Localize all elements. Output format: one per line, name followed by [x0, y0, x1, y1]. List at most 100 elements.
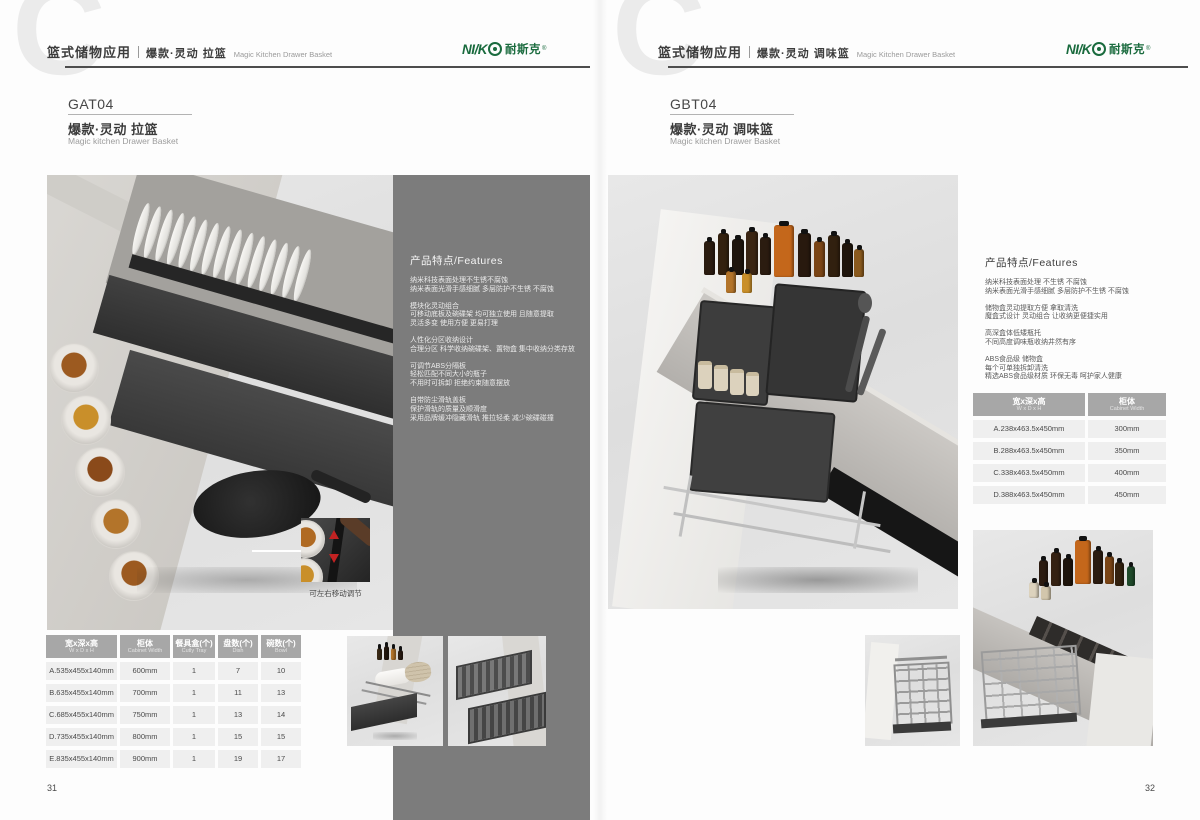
header-subtitle-en: Magic Kitchen Drawer Basket	[857, 50, 955, 59]
feature-group: 人性化分区收纳设计合理分区 科学收纳碗碟架、置物盒 集中收纳分类存放	[410, 337, 582, 355]
table-cell: 14	[261, 706, 301, 724]
photo-shape	[399, 646, 402, 651]
table-cell: 1	[173, 684, 215, 702]
feature-line: 高深盒体低矮瓶托	[985, 330, 1190, 339]
feature-line: 灵活多变 使用方便 更易打理	[410, 320, 582, 329]
table-cell: A.535x455x140mm	[46, 662, 117, 680]
table-cell: 7	[218, 662, 258, 680]
photo-shape	[1107, 552, 1112, 557]
product-title-en: Magic kitchen Drawer Basket	[68, 136, 178, 146]
small-photo-1	[347, 636, 443, 746]
logo-o-icon	[1092, 42, 1106, 56]
photo-shape	[49, 343, 99, 393]
small-photo-basket	[865, 635, 960, 746]
feature-line: 纳米表面光滑手感细腻 多层防护不生锈 不腐蚀	[985, 288, 1190, 297]
feature-line: 精选ABS食品级材质 环保无毒 呵护家人健康	[985, 373, 1190, 382]
feature-line: 不同高度调味瓶收纳井然有序	[985, 339, 1190, 348]
main-product-photo	[608, 175, 958, 609]
photo-shape: 餐具盒(个)	[175, 639, 212, 648]
table-cell: 10	[261, 662, 301, 680]
photo-shape: 宽x深x高	[65, 639, 98, 648]
product-title-en: Magic kitchen Drawer Basket	[670, 136, 780, 146]
table-cell: 300mm	[1088, 420, 1166, 438]
photo-shape	[91, 499, 141, 549]
table-cell: A.238x463.5x450mm	[973, 420, 1085, 438]
column-header: 柜体Cabinet Width	[120, 635, 170, 658]
feature-line: 可移动底板及碗碟架 均可独立使用 且随意提取	[410, 311, 582, 320]
photo-shape	[1127, 566, 1135, 586]
table-cell: D.388x463.5x450mm	[973, 486, 1085, 504]
small-photo-2	[448, 636, 546, 746]
table-cell: 350mm	[1088, 442, 1166, 460]
table-cell: 700mm	[120, 684, 170, 702]
catalog-spread: C 篮式储物应用 爆款·灵动 拉篮 Magic Kitchen Drawer B…	[0, 0, 1200, 820]
feature-group: 高深盒体低矮瓶托不同高度调味瓶收纳井然有序	[985, 330, 1190, 348]
photo-shape	[730, 369, 744, 395]
table-cell: 400mm	[1088, 464, 1166, 482]
adjust-down-arrow-icon	[329, 554, 339, 563]
logo-registered-mark: ®	[1146, 46, 1150, 52]
photo-shape	[301, 520, 325, 558]
photo-shape	[718, 567, 918, 593]
photo-shape	[1054, 548, 1059, 553]
table-cell: 13	[218, 706, 258, 724]
page-header: 篮式储物应用 爆款·灵动 调味篮 Magic Kitchen Drawer Ba…	[658, 42, 955, 61]
feature-line: 轻松匹配不同大小的瓶子	[410, 371, 582, 380]
photo-shape	[1086, 653, 1153, 746]
column-header: 宽x深x高W x D x H	[46, 635, 117, 658]
photo-shape	[61, 395, 111, 445]
photo-shape: 柜体	[137, 639, 153, 648]
header-divider	[138, 46, 139, 58]
page-header: 篮式储物应用 爆款·灵动 拉篮 Magic Kitchen Drawer Bas…	[47, 42, 332, 61]
page-left: C 篮式储物应用 爆款·灵动 拉篮 Magic Kitchen Drawer B…	[0, 0, 600, 820]
table-cell: 19	[218, 750, 258, 768]
nisko-logo: NI/K 耐斯克 ®	[1066, 41, 1150, 57]
header-series: 爆款·灵动 调味篮	[757, 45, 850, 61]
photo-shape: W x D x H	[69, 648, 94, 655]
photo-shape	[1117, 558, 1122, 563]
feature-line: 魔盒式设计 灵动组合 让收纳更便捷实用	[985, 313, 1190, 322]
table-cell: 600mm	[120, 662, 170, 680]
column-header: 柜体Cabinet Width	[1088, 393, 1166, 416]
table-cell: 17	[261, 750, 301, 768]
feature-group: 自带防尘滑轨盖板保护滑轨的质量及顺滑度采用品牌缓冲隐藏滑轨 推拉轻柔 减少碗碟碰…	[410, 397, 582, 423]
column-header: 餐具盒(个)Cutly Tray	[173, 635, 215, 658]
photo-shape	[1079, 536, 1087, 541]
photo-shape: 宽x深x高	[1013, 397, 1046, 406]
photo-shape	[1032, 578, 1037, 583]
photo-shape: 柜体	[1119, 397, 1135, 406]
table-cell: 1	[173, 706, 215, 724]
logo-cn-text: 耐斯克	[1109, 41, 1145, 57]
column-header: 碗数(个)Bowl	[261, 635, 301, 658]
logo-text: NI/K	[462, 42, 487, 57]
table-cell: E.835x455x140mm	[46, 750, 117, 768]
feature-line: 纳米科技表面处理 不生锈 不腐蚀	[985, 279, 1190, 288]
photo-shape	[378, 644, 381, 649]
feature-line: 采用品牌缓冲隐藏滑轨 推拉轻柔 减少碗碟碰撞	[410, 415, 582, 424]
photo-shape: Cutly Tray	[182, 648, 207, 655]
table-cell: 1	[173, 750, 215, 768]
table-cell: 750mm	[120, 706, 170, 724]
photo-shape	[75, 447, 125, 497]
table-cell: 800mm	[120, 728, 170, 746]
photo-shape	[1041, 556, 1046, 561]
photo-shape	[377, 648, 382, 660]
photo-shape: Bowl	[275, 648, 287, 655]
column-header: 盘数(个)Dish	[218, 635, 258, 658]
page-number: 32	[1145, 783, 1155, 793]
photo-shape	[493, 47, 497, 51]
column-header: 宽x深x高W x D x H	[973, 393, 1085, 416]
photo-shape	[858, 293, 872, 313]
product-code: GAT04	[68, 96, 114, 112]
feature-line: 自带防尘滑轨盖板	[410, 397, 582, 406]
features-heading: 产品特点/Features	[410, 253, 503, 268]
table-cell: 450mm	[1088, 486, 1166, 504]
feature-line: 纳米表面光滑手感细腻 多层防护不生锈 不腐蚀	[410, 286, 582, 295]
feature-group: 储物盒灵动提取方便 拿取清洗魔盒式设计 灵动组合 让收纳更便捷实用	[985, 305, 1190, 323]
spec-table: 宽x深x高W x D x H柜体Cabinet WidthA.238x463.5…	[973, 393, 1166, 504]
photo-shape	[893, 721, 951, 733]
photo-shape	[1066, 554, 1071, 559]
photo-shape	[1075, 540, 1091, 584]
features-list: 纳米科技表面处理 不生锈 不腐蚀纳米表面光滑手感细腻 多层防护不生锈 不腐蚀储物…	[985, 279, 1190, 390]
table-cell: 1	[173, 728, 215, 746]
